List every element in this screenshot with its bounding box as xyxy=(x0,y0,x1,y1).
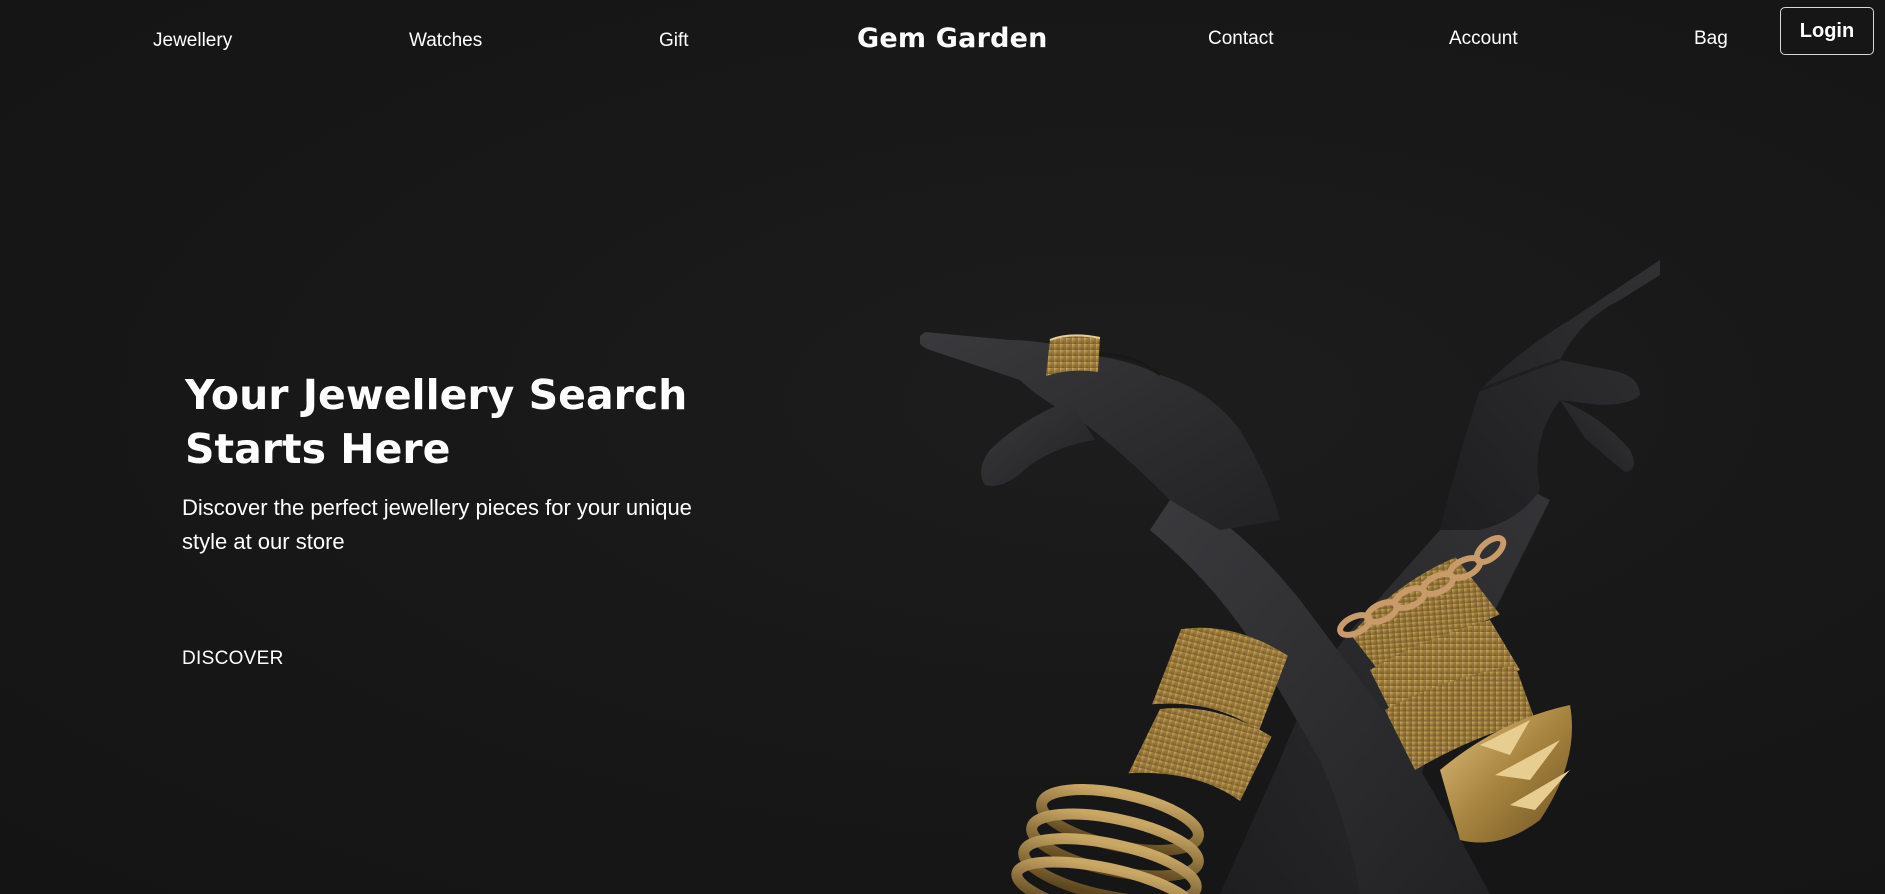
brand-logo[interactable]: Gem Garden xyxy=(857,23,1048,54)
page: Jewellery Watches Gift Gem Garden Contac… xyxy=(0,0,1885,894)
nav-link-jewellery[interactable]: Jewellery xyxy=(153,30,232,52)
nav-link-watches[interactable]: Watches xyxy=(409,30,482,52)
login-button[interactable]: Login xyxy=(1780,7,1874,55)
nav-link-bag[interactable]: Bag xyxy=(1694,28,1728,50)
hero-subtitle: Discover the perfect jewellery pieces fo… xyxy=(182,495,692,554)
nav-link-account[interactable]: Account xyxy=(1449,28,1518,50)
hero-image xyxy=(920,260,1660,894)
nav-link-contact[interactable]: Contact xyxy=(1208,28,1273,50)
left-hand xyxy=(920,332,1280,530)
hero-title: Your Jewellery Search Starts Here xyxy=(185,371,688,473)
right-hand xyxy=(1440,260,1660,530)
gold-ring xyxy=(1046,334,1101,376)
discover-link[interactable]: DISCOVER xyxy=(182,648,284,670)
nav-link-gift[interactable]: Gift xyxy=(659,30,689,52)
